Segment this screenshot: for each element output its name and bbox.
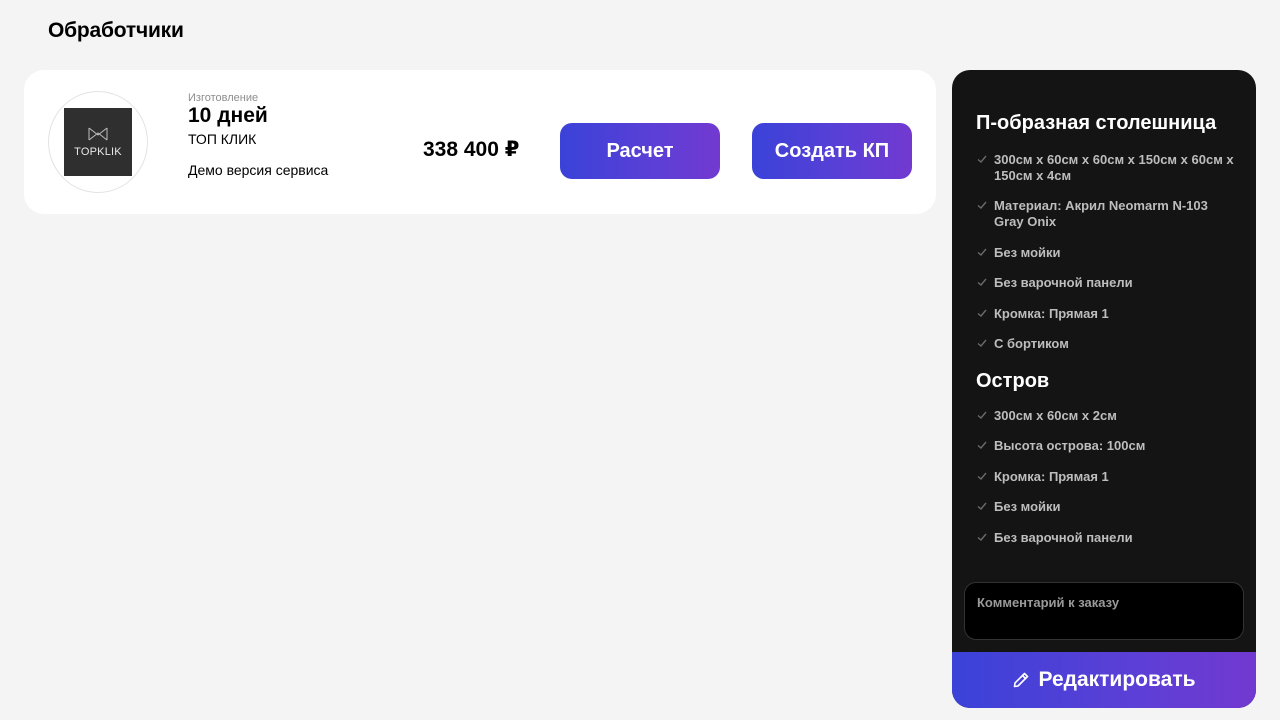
spec-item: 300см х 60см х 2см <box>976 408 1236 424</box>
spec-item: Без варочной панели <box>976 530 1236 546</box>
company-name: ТОП КЛИК <box>188 131 257 147</box>
spec-item-label: Кромка: Прямая 1 <box>994 306 1109 321</box>
spec-item-label: Без варочной панели <box>994 530 1133 545</box>
spec-item-label: С бортиком <box>994 336 1069 351</box>
check-icon <box>977 309 987 317</box>
price: 338 400 ₽ <box>423 138 520 161</box>
spec-item-label: 300см х 60см х 60см х 150см х 60см х 150… <box>994 152 1234 183</box>
spec-item: С бортиком <box>976 336 1236 352</box>
spec-item: 300см х 60см х 60см х 150см х 60см х 150… <box>976 152 1236 184</box>
check-icon <box>977 201 987 209</box>
check-icon <box>977 441 987 449</box>
check-icon <box>977 411 987 419</box>
spec-item-label: Без мойки <box>994 245 1061 260</box>
order-summary-panel: П-образная столешница 300см х 60см х 60с… <box>952 70 1256 708</box>
spec-item-label: Без варочной панели <box>994 275 1133 290</box>
vendor-logo: TOPKLIK <box>48 91 148 193</box>
logo-square: TOPKLIK <box>64 108 132 176</box>
production-days: 10 дней <box>188 104 268 127</box>
island-spec-list: 300см х 60см х 2см Высота острова: 100см… <box>976 408 1236 546</box>
spec-item-label: Кромка: Прямая 1 <box>994 469 1109 484</box>
section-title-countertop: П-образная столешница <box>976 112 1217 134</box>
spec-item: Без мойки <box>976 499 1236 515</box>
spec-item: Кромка: Прямая 1 <box>976 306 1236 322</box>
production-caption: Изготовление <box>188 92 259 104</box>
check-icon <box>977 472 987 480</box>
demo-note: Демо версия сервиса <box>188 162 329 178</box>
check-icon <box>977 155 987 163</box>
vendor-card: TOPKLIK Изготовление 10 дней ТОП КЛИК Де… <box>24 70 936 214</box>
check-icon <box>977 339 987 347</box>
create-kp-button[interactable]: Создать КП <box>752 123 912 179</box>
spec-item-label: Без мойки <box>994 499 1061 514</box>
spec-item-label: Высота острова: 100см <box>994 438 1146 453</box>
spec-item: Без варочной панели <box>976 275 1236 291</box>
page-title: Обработчики <box>48 19 184 42</box>
check-icon <box>977 533 987 541</box>
logo-text: TOPKLIK <box>74 146 122 158</box>
countertop-spec-list: 300см х 60см х 60см х 150см х 60см х 150… <box>976 152 1236 352</box>
spec-item: Кромка: Прямая 1 <box>976 469 1236 485</box>
edit-button-label: Редактировать <box>1038 668 1196 691</box>
check-icon <box>977 502 987 510</box>
vendor-info: Изготовление 10 дней ТОП КЛИК Демо верси… <box>188 92 328 178</box>
section-title-island: Остров <box>976 370 1050 392</box>
check-icon <box>977 278 987 286</box>
calculation-button[interactable]: Расчет <box>560 123 720 179</box>
spec-item-label: 300см х 60см х 2см <box>994 408 1117 423</box>
spec-item-label: Материал: Акрил Neomarm N-103 Gray Onix <box>994 198 1208 229</box>
spec-item: Высота острова: 100см <box>976 438 1236 454</box>
spec-item: Без мойки <box>976 245 1236 261</box>
edit-button[interactable]: Редактировать <box>952 652 1256 708</box>
pencil-icon <box>1014 672 1029 688</box>
check-icon <box>977 248 987 256</box>
spec-item: Материал: Акрил Neomarm N-103 Gray Onix <box>976 198 1236 230</box>
topklik-logo-icon <box>88 127 108 141</box>
order-comment-input[interactable] <box>964 582 1244 640</box>
